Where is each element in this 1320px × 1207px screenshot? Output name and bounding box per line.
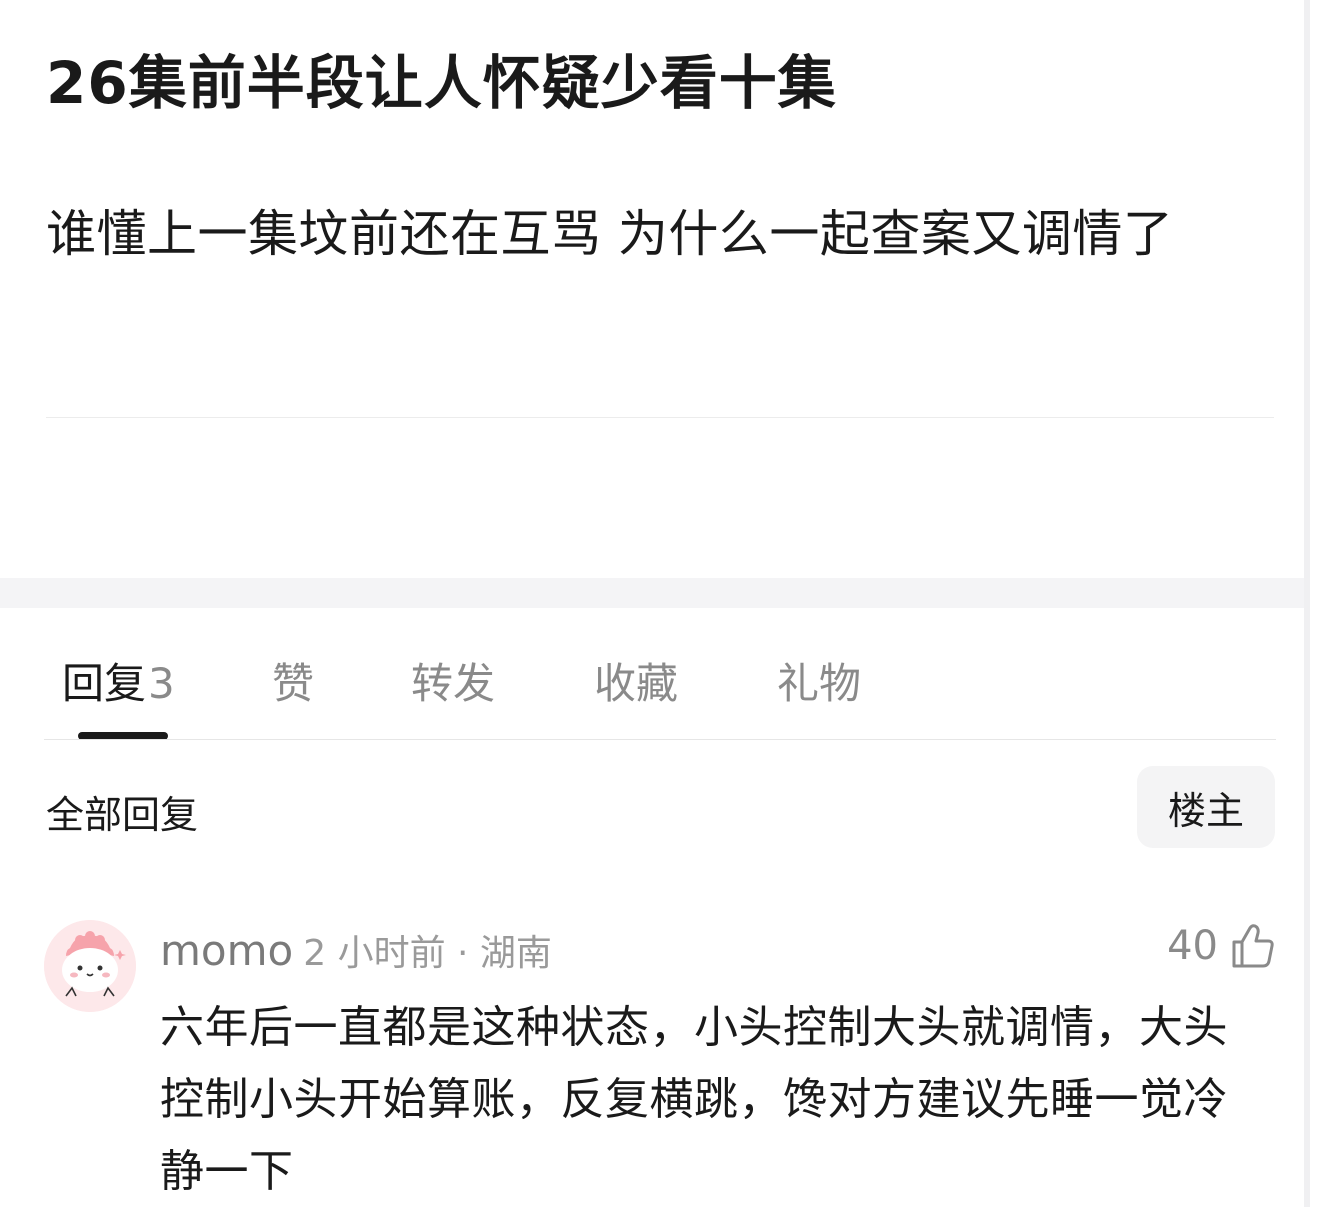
tab-gifts[interactable]: 礼物 [777,650,861,711]
comment-time-location: 2 小时前 · 湖南 [303,933,552,974]
post-title: 26集前半段让人怀疑少看十集 [46,49,837,117]
scrollbar[interactable] [1304,0,1320,1207]
tabs-divider [44,739,1276,740]
comment-like-button[interactable]: 40 [1167,922,1276,970]
tab-replies-count: 3 [148,659,175,708]
cartoon-avatar-icon[interactable] [44,920,136,1012]
comment-like-count: 40 [1167,923,1218,969]
tab-replies-label: 回复 [62,659,147,708]
tab-likes[interactable]: 赞 [272,650,314,711]
op-only-filter-button[interactable]: 楼主 [1137,766,1275,848]
divider [46,417,1274,418]
post-detail-page: 26集前半段让人怀疑少看十集 谁懂上一集坟前还在互骂 为什么一起查案又调情了 回… [0,0,1320,1207]
post-body: 谁懂上一集坟前还在互骂 为什么一起查案又调情了 [46,205,1174,263]
comment-meta: momo 2 小时前 · 湖南 [160,924,552,976]
comment-text: 六年后一直都是这种状态，小头控制大头就调情，大头控制小头开始算账，反复横跳，馋对… [160,1002,1228,1197]
tab-reposts[interactable]: 转发 [411,650,495,711]
comment-username[interactable]: momo [160,926,293,975]
tab-favorites[interactable]: 收藏 [594,650,678,711]
comment-item: momo 2 小时前 · 湖南 40 六年后一直都是这种状态，小头控制大头就调情，… [44,918,1276,1207]
thumbs-up-icon [1232,924,1274,968]
section-separator [0,578,1304,608]
interaction-tabs: 回复3 赞 转发 收藏 礼物 [0,640,1300,740]
tab-replies[interactable]: 回复3 [62,650,175,711]
all-replies-label: 全部回复 [46,793,199,837]
